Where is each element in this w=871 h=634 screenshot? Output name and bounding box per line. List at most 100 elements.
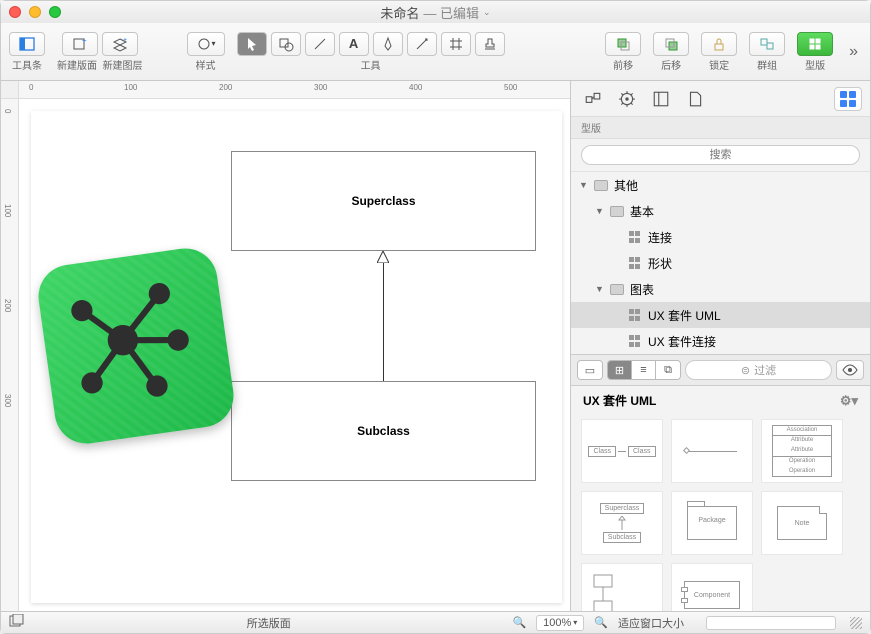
statusbar: 所选版面 🔍 100%▾ 🔍 适应窗口大小 [1,611,870,633]
folder-icon [610,206,624,217]
shape-note[interactable]: Note [761,491,843,555]
point-tool[interactable] [407,32,437,56]
shape-inheritance[interactable]: SuperclassSubclass [581,491,663,555]
shape-package[interactable]: Package [671,491,753,555]
titlebar: 未命名 — 已编辑 ⌄ [1,1,870,23]
shape-class[interactable]: ClassClass [581,419,663,483]
ruler-origin[interactable] [1,81,19,99]
stencil-filter-input[interactable]: ⊜过滤 [685,360,832,380]
tree-item-shapes[interactable]: 形状 [571,250,870,276]
main-area: 0 100 200 300 400 500 0 100 200 300 Supe… [1,81,870,611]
inspector-panel: 型版 ▼其他 ▼基本 连接 形状 ▼图表 UX 套件 UML UX 套件连接 ▭… [570,81,870,611]
list-view-button[interactable]: ≡ [632,361,656,379]
window-title[interactable]: 未命名 — 已编辑 ⌄ [380,3,490,22]
shape-component[interactable]: Component [671,563,753,611]
tree-item-ux-connections[interactable]: UX 套件连接 [571,328,870,354]
view-mode-single[interactable]: ▭ [577,360,603,380]
window-controls [9,6,61,18]
inheritance-line[interactable] [383,262,384,381]
stencil-icon [628,256,642,270]
stencils-button[interactable] [797,32,833,56]
stencil-header: UX 套件 UML ⚙︎▾ [571,386,870,415]
new-canvas-label: 新建版面 新建图层 [57,57,143,72]
canvas-inspector-tab[interactable] [647,87,675,111]
stamp-tool[interactable] [475,32,505,56]
view-mode-segment: ⊞ ≡ ⧉ [607,360,681,380]
pen-tool[interactable] [373,32,403,56]
toolbar-label: 工具条 [12,57,42,72]
style-button[interactable]: ▾ [187,32,225,56]
folder-icon [610,284,624,295]
new-canvas-button[interactable]: + [62,32,98,56]
style-label: 样式 [196,57,216,72]
canvas-area: 0 100 200 300 400 500 0 100 200 300 Supe… [1,81,570,611]
bring-forward-button[interactable] [605,32,641,56]
stencils-inspector-tab[interactable] [834,87,862,111]
properties-inspector-tab[interactable] [613,87,641,111]
document-inspector-tab[interactable] [681,87,709,111]
zoom-out-icon[interactable]: 🔍 [512,616,526,629]
shape-tool[interactable] [271,32,301,56]
group-button[interactable] [749,32,785,56]
inspector-tabs [571,81,870,117]
group-label: 群组 [757,57,777,72]
send-backward-button[interactable] [653,32,689,56]
tree-folder-diagrams[interactable]: ▼图表 [571,276,870,302]
zoom-button[interactable] [49,6,61,18]
app-icon[interactable] [34,244,237,447]
superclass-box[interactable]: Superclass [231,151,536,251]
minimize-button[interactable] [29,6,41,18]
canvas-picker-icon[interactable] [9,614,25,631]
shape-association[interactable] [671,419,753,483]
ruler-vertical[interactable]: 0 100 200 300 [1,99,19,611]
text-tool[interactable]: A [339,32,369,56]
stencil-search-input[interactable] [581,145,860,165]
folder-icon [594,180,608,191]
line-tool[interactable] [305,32,335,56]
zoom-level[interactable]: 100%▾ [536,615,584,631]
resize-grip[interactable] [850,617,862,629]
stencil-view-bar: ▭ ⊞ ≡ ⧉ ⊜过滤 [571,354,870,386]
shape-multi[interactable] [581,563,663,611]
inheritance-arrow-icon [377,251,389,263]
tree-folder-basic[interactable]: ▼基本 [571,198,870,224]
canvas[interactable]: Superclass Subclass [19,99,570,611]
select-tool[interactable] [237,32,267,56]
tree-item-connections[interactable]: 连接 [571,224,870,250]
overflow-icon[interactable]: » [845,43,862,61]
grid-view-button[interactable]: ⊞ [608,361,632,379]
lock-button[interactable] [701,32,737,56]
tree-item-ux-uml[interactable]: UX 套件 UML [571,302,870,328]
grid-tool[interactable] [441,32,471,56]
toggle-toolbar-button[interactable] [9,32,45,56]
tree-folder-misc[interactable]: ▼其他 [571,172,870,198]
stencil-icon [628,334,642,348]
section-header: 型版 [571,117,870,139]
zoom-in-icon[interactable]: 🔍 [594,616,608,629]
edited-indicator: — 已编辑 [423,3,479,22]
page: Superclass Subclass [31,111,562,603]
document-name: 未命名 [380,3,419,22]
lock-label: 锁定 [709,57,729,72]
search-row [571,139,870,172]
new-layer-button[interactable]: + [102,32,138,56]
backward-label: 后移 [661,57,681,72]
toolbar: 工具条 + + 新建版面 新建图层 ▾ 样式 A 工具 前移 后移 锁定 群组 … [1,23,870,81]
gear-icon[interactable]: ⚙︎▾ [840,393,858,409]
subclass-box[interactable]: Subclass [231,381,536,481]
stencil-icon [628,230,642,244]
fit-window-button[interactable]: 适应窗口大小 [618,615,684,631]
detail-view-button[interactable]: ⧉ [656,361,680,379]
empty-status-box [706,616,836,630]
stencil-title: UX 套件 UML [583,392,656,409]
tools-label: 工具 [361,57,381,72]
object-inspector-tab[interactable] [579,87,607,111]
visibility-toggle[interactable] [836,360,864,380]
chevron-down-icon: ⌄ [483,7,491,18]
stencil-grid: ClassClass AssociationAttributeAttribute… [571,415,870,611]
svg-text:+: + [82,36,87,45]
shape-class-full[interactable]: AssociationAttributeAttributeOperationOp… [761,419,843,483]
ruler-horizontal[interactable]: 0 100 200 300 400 500 [19,81,570,99]
stencil-tree: ▼其他 ▼基本 连接 形状 ▼图表 UX 套件 UML UX 套件连接 [571,172,870,354]
close-button[interactable] [9,6,21,18]
